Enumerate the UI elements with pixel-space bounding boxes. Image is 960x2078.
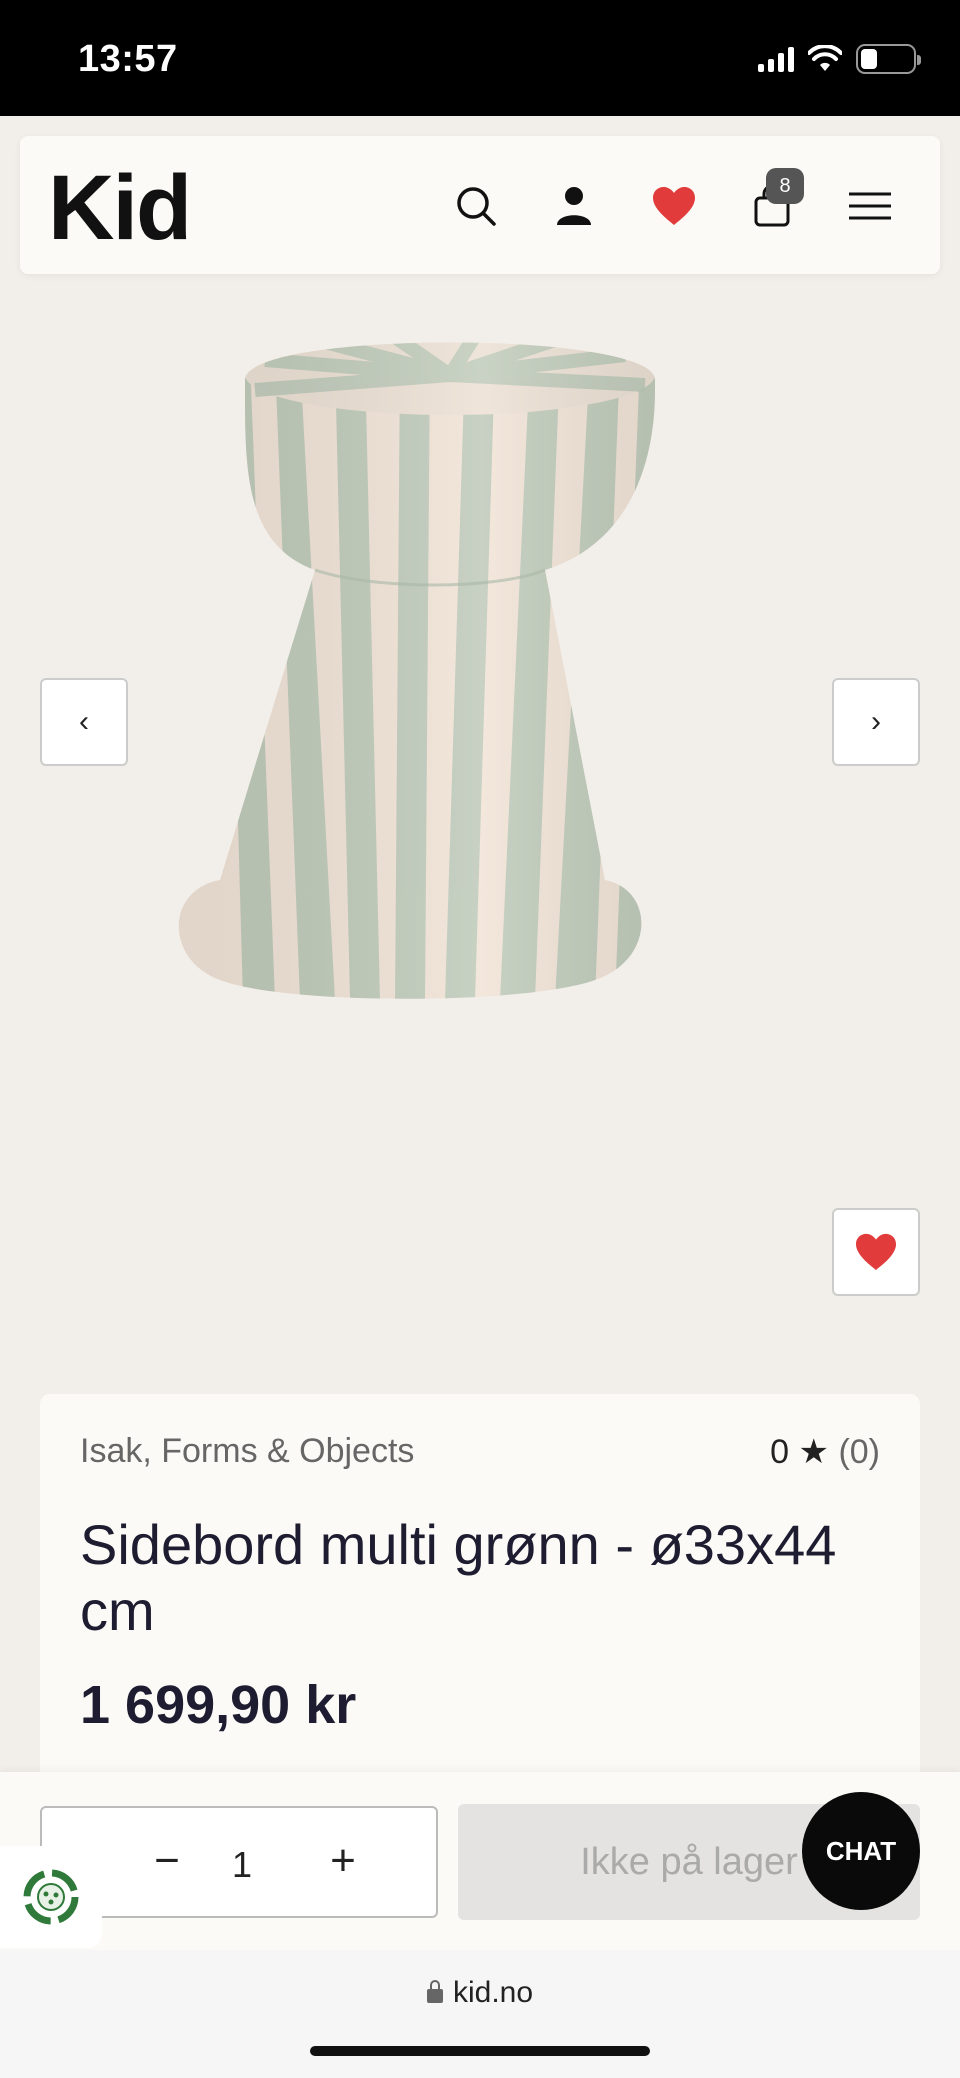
product-info-card: Isak, Forms & Objects 0 ★ (0) Sidebord m… xyxy=(40,1394,920,1774)
rating-count: (0) xyxy=(838,1433,880,1471)
search-icon[interactable] xyxy=(448,178,504,234)
cart-count-badge: 8 xyxy=(766,168,804,204)
recycle-badge[interactable] xyxy=(0,1846,102,1948)
product-rating[interactable]: 0 ★ (0) xyxy=(770,1432,880,1472)
signal-icon xyxy=(758,46,794,72)
wifi-icon xyxy=(808,45,842,71)
add-to-wishlist-button[interactable] xyxy=(832,1208,920,1296)
product-price: 1 699,90 kr xyxy=(80,1675,357,1735)
home-indicator[interactable] xyxy=(310,2046,650,2056)
quantity-decrease-button[interactable]: − xyxy=(142,1836,192,1886)
status-time: 13:57 xyxy=(78,38,178,80)
quantity-increase-button[interactable]: + xyxy=(318,1836,368,1886)
gallery-next-button[interactable]: › xyxy=(832,678,920,766)
cart-bag-icon[interactable]: 8 xyxy=(744,168,804,234)
heart-icon xyxy=(856,1233,896,1271)
user-icon[interactable] xyxy=(546,178,602,234)
url-text: kid.no xyxy=(452,1976,534,2009)
quantity-value[interactable]: 1 xyxy=(222,1844,262,1886)
url-display[interactable]: kid.no xyxy=(0,1976,960,2010)
status-icons xyxy=(758,44,921,74)
product-title: Sidebord multi grønn - ø33x44 cm xyxy=(80,1513,837,1642)
gallery-prev-button[interactable]: ‹ xyxy=(40,678,128,766)
lock-icon xyxy=(426,1980,443,2003)
browser-address-bar: kid.no xyxy=(0,1950,960,2078)
kid-logo[interactable]: Kid xyxy=(48,156,192,261)
product-brand[interactable]: Isak, Forms & Objects xyxy=(80,1432,414,1471)
chat-button[interactable]: CHAT xyxy=(802,1792,920,1910)
site-header: Kid 8 xyxy=(20,136,940,274)
battery-icon xyxy=(856,44,921,74)
recycle-icon xyxy=(23,1869,79,1925)
wishlist-heart-icon[interactable] xyxy=(646,178,702,234)
menu-icon[interactable] xyxy=(842,178,898,234)
status-bar: 13:57 xyxy=(0,0,960,116)
product-image xyxy=(178,342,655,999)
product-gallery[interactable]: ‹ › xyxy=(40,290,920,1280)
rating-value: 0 ★ xyxy=(770,1433,829,1471)
